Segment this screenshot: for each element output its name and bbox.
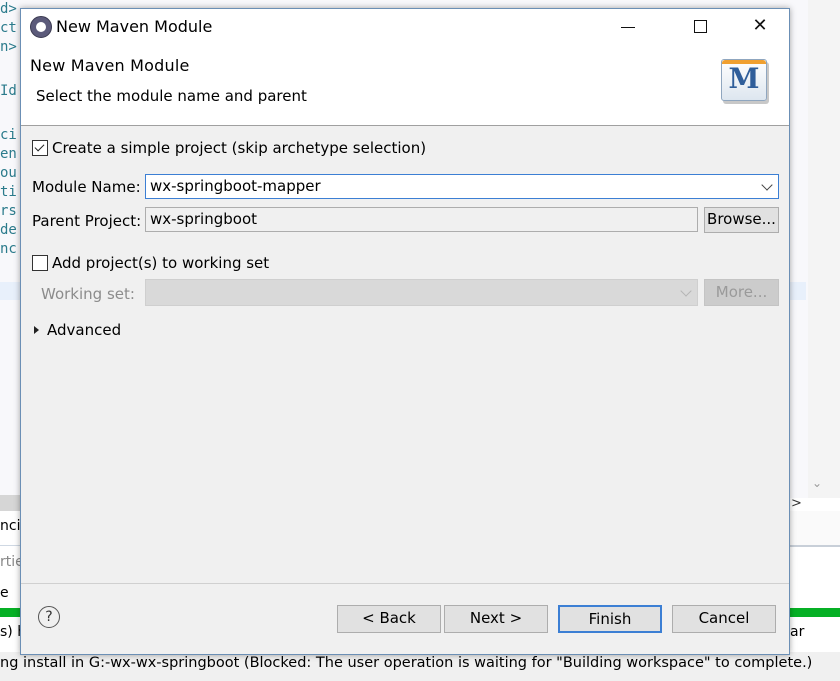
- code-line: n>: [0, 39, 17, 55]
- dialog-titlebar[interactable]: New Maven Module ✕: [21, 9, 789, 45]
- working-set-label: Working set:: [41, 285, 135, 303]
- working-set-checkbox-label[interactable]: Add project(s) to working set: [52, 254, 269, 272]
- code-line: Id: [0, 83, 17, 99]
- advanced-section-toggle[interactable]: Advanced: [47, 321, 121, 339]
- back-button[interactable]: < Back: [337, 605, 441, 633]
- new-maven-module-dialog: New Maven Module ✕ New Maven Module Sele…: [20, 8, 790, 655]
- background-line-highlight-right: [790, 282, 806, 300]
- parent-project-value: wx-springboot: [150, 210, 258, 228]
- background-text-fragment: ar: [790, 624, 805, 640]
- browse-button[interactable]: Browse...: [704, 207, 779, 233]
- status-bar: ng install in G:-wx-wx-springboot (Block…: [0, 652, 840, 681]
- eclipse-icon: [30, 16, 52, 38]
- wizard-header: New Maven Module Select the module name …: [21, 45, 789, 126]
- logo-letter: M: [728, 62, 760, 95]
- module-name-combo[interactable]: wx-springboot-mapper: [145, 174, 779, 199]
- help-icon[interactable]: ?: [38, 606, 60, 628]
- parent-project-label: Parent Project:: [32, 212, 142, 230]
- working-set-checkbox[interactable]: [32, 255, 48, 271]
- close-button[interactable]: ✕: [737, 9, 783, 45]
- code-line: de: [0, 222, 17, 238]
- working-set-combo[interactable]: [145, 279, 698, 306]
- code-line: ci: [0, 127, 17, 143]
- window-title: New Maven Module: [56, 17, 213, 36]
- status-text: ng install in G:-wx-wx-springboot (Block…: [0, 655, 813, 671]
- code-line: nc: [0, 241, 17, 257]
- chevron-down-icon: [680, 285, 692, 297]
- simple-project-checkbox[interactable]: [32, 140, 48, 156]
- page-title: New Maven Module: [30, 56, 190, 75]
- maven-logo-icon: M: [721, 59, 767, 101]
- parent-project-field: wx-springboot: [145, 207, 698, 232]
- progress-bar-fill: [0, 608, 22, 617]
- module-name-label: Module Name:: [32, 178, 141, 196]
- next-button[interactable]: Next >: [444, 605, 548, 633]
- code-line: d>: [0, 1, 17, 17]
- maximize-button[interactable]: [677, 9, 723, 45]
- code-line: en: [0, 146, 17, 162]
- simple-project-label[interactable]: Create a simple project (skip archetype …: [52, 139, 426, 157]
- background-code: d> ct n> Id ci en ou ti rs de nc: [0, 0, 22, 270]
- background-text-fragment: e: [0, 585, 9, 601]
- minimize-button[interactable]: [605, 9, 651, 45]
- cancel-button[interactable]: Cancel: [672, 605, 776, 633]
- scroll-down-arrow-icon[interactable]: ⌄: [812, 476, 822, 490]
- code-line: ti: [0, 184, 17, 200]
- more-button[interactable]: More...: [704, 279, 779, 306]
- finish-button[interactable]: Finish: [558, 605, 662, 633]
- scroll-right-arrow-icon[interactable]: >: [791, 496, 802, 511]
- module-name-value: wx-springboot-mapper: [150, 177, 321, 195]
- expand-triangle-icon[interactable]: [34, 326, 39, 334]
- code-line: ct: [0, 20, 17, 36]
- progress-bar-fill-right: [790, 608, 840, 617]
- background-line-highlight: [0, 282, 22, 300]
- chevron-down-icon[interactable]: [761, 179, 773, 191]
- background-vertical-scrollbar[interactable]: [808, 0, 840, 498]
- code-line: ou: [0, 165, 17, 181]
- page-subtitle: Select the module name and parent: [36, 87, 307, 105]
- code-line: rs: [0, 203, 17, 219]
